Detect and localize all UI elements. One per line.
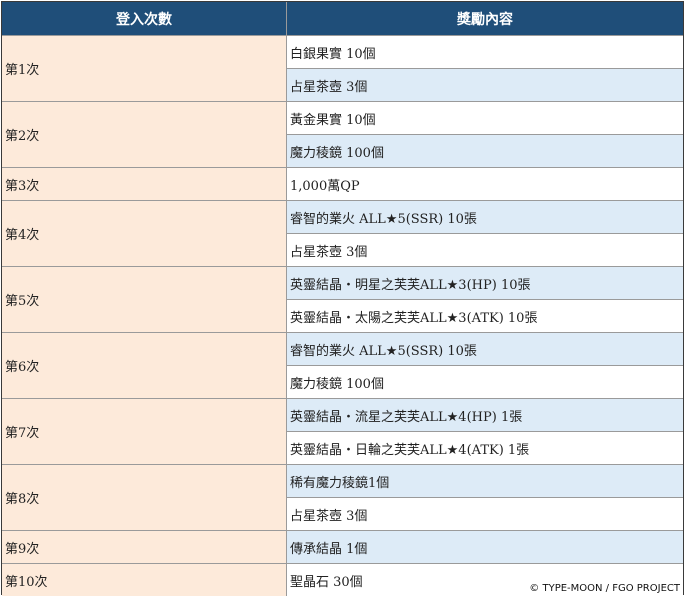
table-row: 第9次 傳承結晶 1個 bbox=[2, 530, 683, 564]
login-count-cell: 第7次 bbox=[2, 398, 287, 465]
login-count-header: 登入次數 bbox=[2, 2, 287, 36]
reward-cell: 睿智的業火 ALL★5(SSR) 10張 bbox=[286, 200, 683, 234]
reward-cell: 英靈結晶・流星之芙芙ALL★4(HP) 1張 bbox=[286, 398, 683, 432]
table-row: 第8次 稀有魔力稜鏡1個 bbox=[2, 464, 683, 531]
login-count-cell: 第8次 bbox=[2, 464, 287, 531]
copyright-notice: © TYPE-MOON / FGO PROJECT bbox=[529, 583, 680, 594]
login-count-cell: 第9次 bbox=[2, 530, 287, 564]
reward-cell: 魔力稜鏡 100個 bbox=[286, 365, 683, 399]
table-row: 第2次 黃金果實 10個 bbox=[2, 101, 683, 168]
reward-cell: 黃金果實 10個 bbox=[286, 101, 683, 135]
reward-cell: 1,000萬QP bbox=[286, 167, 683, 201]
login-count-cell: 第6次 bbox=[2, 332, 287, 399]
login-count-cell: 第4次 bbox=[2, 200, 287, 267]
table-row: 第4次 睿智的業火 ALL★5(SSR) 10張 bbox=[2, 200, 683, 267]
table-row: 第7次 英靈結晶・流星之芙芙ALL★4(HP) 1張 bbox=[2, 398, 683, 465]
reward-cell: 傳承結晶 1個 bbox=[286, 530, 683, 564]
table-row: 第1次 白銀果實 10個 bbox=[2, 35, 683, 102]
reward-content-header: 獎勵內容 bbox=[286, 2, 683, 36]
table-row: 第5次 英靈結晶・明星之芙芙ALL★3(HP) 10張 bbox=[2, 266, 683, 333]
login-count-cell: 第1次 bbox=[2, 35, 287, 102]
login-count-cell: 第5次 bbox=[2, 266, 287, 333]
reward-cell: 魔力稜鏡 100個 bbox=[286, 134, 683, 168]
login-count-cell: 第3次 bbox=[2, 167, 287, 201]
reward-cell: 英靈結晶・太陽之芙芙ALL★3(ATK) 10張 bbox=[286, 299, 683, 333]
login-rewards-frame: 登入次數 獎勵內容 第1次 白銀果實 10個 占星茶壺 3個 第2次 黃金果實 10個魔… bbox=[1, 1, 684, 596]
reward-cell: 白銀果實 10個 bbox=[286, 35, 683, 69]
reward-cell: 占星茶壺 3個 bbox=[286, 497, 683, 531]
reward-cell: 英靈結晶・明星之芙芙ALL★3(HP) 10張 bbox=[286, 266, 683, 300]
table-row: 第3次 1,000萬QP bbox=[2, 167, 683, 201]
login-count-cell: 第2次 bbox=[2, 101, 287, 168]
reward-cell: 占星茶壺 3個 bbox=[286, 233, 683, 267]
login-count-cell: 第10次 bbox=[2, 563, 287, 596]
reward-cell: 睿智的業火 ALL★5(SSR) 10張 bbox=[286, 332, 683, 366]
reward-cell: 占星茶壺 3個 bbox=[286, 68, 683, 102]
table-header-row: 登入次數 獎勵內容 bbox=[2, 2, 683, 36]
reward-cell: 稀有魔力稜鏡1個 bbox=[286, 464, 683, 498]
table-body: 第1次 白銀果實 10個 占星茶壺 3個 第2次 黃金果實 10個 魔力稜鏡 100個 第3… bbox=[2, 35, 683, 596]
reward-cell: 英靈結晶・日輪之芙芙ALL★4(ATK) 1張 bbox=[286, 431, 683, 465]
login-rewards-table: 登入次數 獎勵內容 第1次 白銀果實 10個 占星茶壺 3個 第2次 黃金果實 10個魔… bbox=[2, 2, 683, 596]
table-row: 第6次 睿智的業火 ALL★5(SSR) 10張 bbox=[2, 332, 683, 399]
